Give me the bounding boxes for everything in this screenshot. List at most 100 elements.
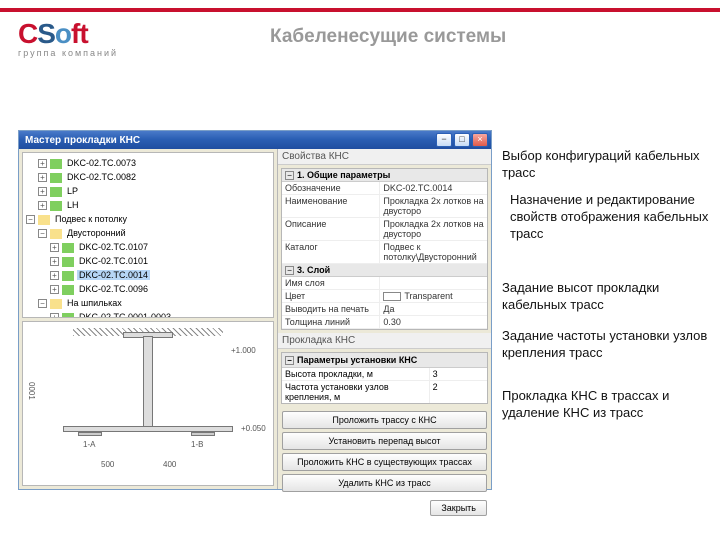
prop-value[interactable]: Да [380,303,487,315]
item-icon [50,159,62,169]
tree-node[interactable]: +DKC-02.TC.0107 [26,240,270,254]
expand-icon[interactable]: + [50,243,59,252]
app-window: Мастер прокладки КНС − □ × + DKC-02.TC.00… [18,130,492,490]
tree-node[interactable]: +LH [26,198,270,212]
collapse-icon[interactable]: − [285,356,294,365]
prop-value[interactable]: Прокладка 2х лотков на двусторо [380,218,487,240]
folder-icon [50,299,62,309]
caption-1: Выбор конфигураций кабельных трасс [502,148,712,182]
beam-web [143,336,153,428]
tree-label: DKC-02.TC.0073 [65,158,138,168]
install-params: −Параметры установки КНС Высота прокладк… [281,352,488,404]
close-button[interactable]: × [472,133,488,147]
item-icon [62,257,74,267]
route-with-kns-button[interactable]: Проложить трассу с КНС [282,411,487,429]
expand-icon[interactable]: + [38,201,47,210]
expand-icon[interactable]: − [26,215,35,224]
config-tree[interactable]: +DKC-02.TC.0073+DKC-02.TC.0082+LP+LH−Под… [22,152,274,318]
section-diagram: +1.000 +0.050 0001 1-А 1-В 500 400 [22,321,274,486]
expand-icon[interactable]: + [50,285,59,294]
delete-kns-button[interactable]: Удалить КНС из трасс [282,474,487,492]
collapse-icon[interactable]: − [285,171,294,180]
prop-key: Выводить на печать [282,303,380,315]
tree-node[interactable]: + DKC-02.TC.0001-0003 [26,310,270,318]
axis-label: 1-А [83,440,95,449]
prop-key: Каталог [282,241,380,263]
expand-icon[interactable]: + [38,159,47,168]
prop-key: Наименование [282,195,380,217]
tree-label: DKC-02.TC.0101 [77,256,150,266]
dimension-label: 400 [163,460,176,469]
item-icon [50,187,62,197]
props-panel-title: Свойства КНС [278,149,491,165]
set-elevation-button[interactable]: Установить перепад высот [282,432,487,450]
folder-icon [50,229,62,239]
tree-node[interactable]: + DKC-02.TC.0073 [26,156,270,170]
item-icon [62,313,74,318]
tray-left [78,432,102,436]
expand-icon[interactable]: + [50,271,59,280]
tree-label: DKC-02.TC.0014 [77,270,150,280]
prop-key: Имя слоя [282,277,380,289]
logo-letter: S [37,18,55,49]
item-icon [50,173,62,183]
tree-node[interactable]: − Двусторонний [26,226,270,240]
param-value[interactable]: 2 [430,381,487,403]
close-dialog-button[interactable]: Закрыть [430,500,487,516]
logo-letter: ft [71,18,88,49]
prop-group: −1. Общие параметры [282,169,487,182]
expand-icon[interactable]: + [38,187,47,196]
prop-key: Описание [282,218,380,240]
tree-node[interactable]: − Подвес к потолку [26,212,270,226]
expand-icon[interactable]: + [50,313,59,318]
param-key: Высота прокладки, м [282,368,430,380]
prop-key: Обозначение [282,182,380,194]
prop-value[interactable]: 0.30 [380,316,487,328]
tree-label: Двусторонний [65,228,128,238]
caption-3: Задание высот прокладки кабельных трасс [502,280,712,314]
tree-node[interactable]: + DKC-02.TC.0096 [26,282,270,296]
folder-icon [38,215,50,225]
expand-icon[interactable]: − [38,299,47,308]
tree-label: DKC-02.TC.0082 [65,172,138,182]
collapse-icon[interactable]: − [285,266,294,275]
expand-icon[interactable]: − [38,229,47,238]
elevation-label: +0.050 [241,424,266,433]
window-title: Мастер прокладки КНС [25,135,434,146]
route-existing-button[interactable]: Проложить КНС в существующих трассах [282,453,487,471]
tree-label: На шпильках [65,298,124,308]
axis-label: 1-В [191,440,203,449]
tree-node[interactable]: + DKC-02.TC.0101 [26,254,270,268]
prop-value[interactable]: Transparent [380,290,487,302]
tree-node[interactable]: + DKC-02.TC.0082 [26,170,270,184]
tree-node[interactable]: + DKC-02.TC.0014 [26,268,270,282]
caption-5: Прокладка КНС в трассах и удаление КНС и… [502,388,712,422]
property-grid[interactable]: −1. Общие параметры ОбозначениеDKC-02.TC… [281,168,488,330]
item-icon [50,201,62,211]
prop-group: −3. Слой [282,264,487,277]
logo-letter: C [18,18,37,49]
prop-value[interactable]: Подвес к потолку\Двусторонний [380,241,487,263]
logo-subtitle: группа компаний [18,48,118,58]
prop-value[interactable]: DKC-02.TC.0014 [380,182,487,194]
dialog-footer: Закрыть [278,496,491,520]
minimize-button[interactable]: − [436,133,452,147]
titlebar[interactable]: Мастер прокладки КНС − □ × [19,131,491,149]
param-value[interactable]: 3 [430,368,487,380]
prop-value[interactable]: Прокладка 2х лотков на двусторо [380,195,487,217]
maximize-button[interactable]: □ [454,133,470,147]
tree-label: LP [65,186,80,196]
color-swatch [383,292,401,301]
prop-value[interactable] [380,277,487,289]
tree-label: Подвес к потолку [53,214,129,224]
tree-node[interactable]: − На шпильках [26,296,270,310]
tree-label: DKC-02.TC.0001-0003 [77,312,173,318]
expand-icon[interactable]: + [38,173,47,182]
tree-label: DKC-02.TC.0096 [77,284,150,294]
right-pane: Свойства КНС −1. Общие параметры Обознач… [277,149,491,489]
elevation-label: +1.000 [231,346,256,355]
logo: CSoft группа компаний [18,18,118,58]
tree-node[interactable]: + LP [26,184,270,198]
caption-2: Назначение и редактирование свойств отоб… [510,192,720,243]
expand-icon[interactable]: + [50,257,59,266]
